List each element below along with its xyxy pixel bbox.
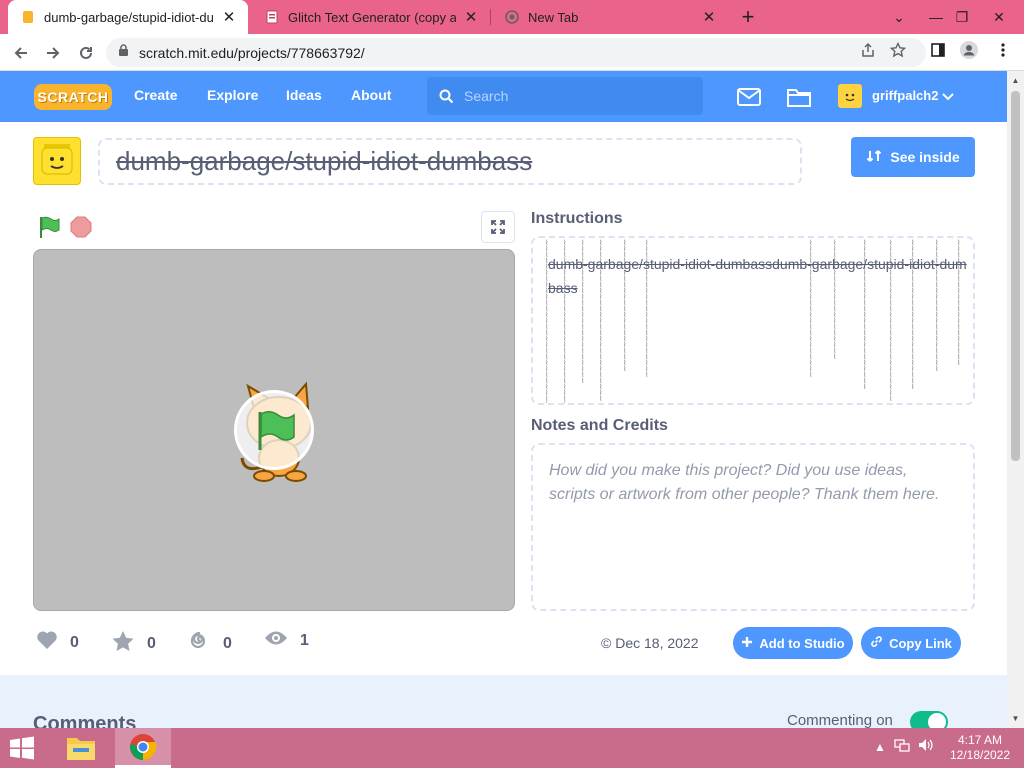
instructions-text: dumb-garbage/stupid-idiot-dumbassdumb-ga… — [548, 256, 967, 296]
scroll-up-icon[interactable]: ▲ — [1010, 75, 1021, 85]
tab-separator — [490, 9, 491, 25]
share-icon[interactable] — [856, 38, 880, 62]
restore-icon[interactable]: ❐ — [948, 5, 976, 29]
reload-icon[interactable] — [73, 40, 99, 66]
clock-time: 4:17 AM — [957, 733, 1003, 747]
search-icon — [439, 89, 454, 104]
view-count: 1 — [300, 631, 309, 649]
scrollbar-thumb[interactable] — [1011, 91, 1020, 461]
add-to-studio-label: Add to Studio — [759, 635, 845, 651]
profile-icon[interactable] — [957, 38, 981, 62]
close-icon[interactable]: ✕ — [220, 8, 238, 26]
browser-toolbar: scratch.mit.edu/projects/778663792/ — [0, 34, 1024, 71]
scratch-favicon-icon — [20, 9, 36, 25]
favorite-stat[interactable]: 0 — [111, 630, 156, 657]
forward-arrow-icon[interactable] — [40, 40, 66, 66]
user-avatar[interactable] — [838, 84, 862, 108]
bookmark-star-icon[interactable] — [886, 38, 910, 62]
instructions-field[interactable]: ⌇⌇⌇⌇⌇⌇⌇⌇⌇⌇⌇⌇⌇⌇⌇⌇⌇⌇⌇⌇⌇⌇⌇⌇⌇⌇⌇⌇ ⌇⌇⌇⌇⌇⌇⌇⌇⌇⌇⌇… — [531, 236, 975, 405]
remix-arrows-icon — [866, 148, 882, 167]
tab-search-chevron-icon[interactable]: ⌄ — [885, 5, 913, 29]
fullscreen-icon[interactable] — [481, 211, 515, 243]
new-tab-plus-icon[interactable]: + — [736, 4, 760, 29]
project-stage[interactable] — [33, 249, 515, 611]
love-count: 0 — [70, 633, 79, 651]
address-bar[interactable]: scratch.mit.edu/projects/778663792/ — [106, 38, 926, 67]
heart-icon — [36, 630, 58, 655]
minimize-icon[interactable]: — — [922, 5, 950, 29]
my-stuff-folder-icon[interactable] — [786, 85, 812, 109]
favorite-count: 0 — [147, 634, 156, 652]
page-scrollbar[interactable]: ▲ ▼ — [1007, 71, 1024, 728]
taskbar-clock[interactable]: 4:17 AM 12/18/2022 — [945, 733, 1015, 763]
browser-menu-icon[interactable] — [991, 38, 1015, 62]
see-inside-button[interactable]: See inside — [851, 137, 975, 177]
window-close-icon[interactable]: ✕ — [985, 5, 1013, 29]
stage-start-flag-button[interactable] — [234, 390, 314, 470]
shared-date: © Dec 18, 2022 — [601, 635, 699, 651]
close-icon[interactable]: ✕ — [462, 8, 480, 26]
side-panel-icon[interactable] — [926, 38, 950, 62]
tab-project[interactable]: dumb-garbage/stupid-idiot-dumb ✕ — [8, 0, 248, 34]
scroll-down-icon[interactable]: ▼ — [1010, 713, 1021, 723]
view-stat: 1 — [264, 630, 309, 651]
copy-link-label: Copy Link — [889, 635, 952, 651]
plus-icon — [741, 636, 753, 651]
system-tray: ▲ — [874, 738, 934, 755]
project-title-field[interactable]: dumb-garbage/stupid-idiot-dumbass — [98, 138, 802, 185]
nav-link-create[interactable]: Create — [134, 87, 178, 103]
commenting-label: Commenting on — [787, 712, 893, 729]
remix-count: 0 — [223, 634, 232, 652]
scratch-logo[interactable]: SCRATCH — [34, 84, 112, 110]
see-inside-label: See inside — [890, 149, 960, 165]
nav-link-explore[interactable]: Explore — [207, 87, 258, 103]
tab-title: New Tab — [528, 9, 579, 25]
nav-link-about[interactable]: About — [351, 87, 391, 103]
tab-title: dumb-garbage/stupid-idiot-dumb — [44, 9, 214, 25]
search-placeholder: Search — [464, 88, 509, 104]
back-arrow-icon[interactable] — [8, 40, 34, 66]
tray-expand-icon[interactable]: ▲ — [874, 740, 886, 754]
remix-stat: 0 — [189, 630, 232, 657]
instructions-heading: Instructions — [531, 210, 623, 227]
windows-start-icon[interactable] — [8, 736, 38, 760]
clock-date: 12/18/2022 — [949, 748, 1011, 762]
shared-date-value: Dec 18, 2022 — [615, 635, 699, 651]
star-icon — [111, 630, 135, 657]
stop-sign-icon[interactable] — [70, 216, 92, 238]
remix-spiral-icon — [189, 630, 211, 657]
file-explorer-icon[interactable] — [53, 728, 109, 768]
search-input[interactable]: Search — [427, 77, 703, 115]
close-icon[interactable]: ✕ — [700, 8, 718, 26]
notes-heading: Notes and Credits — [531, 417, 668, 434]
scratch-nav-bar: SCRATCH Create Explore Ideas About Searc… — [0, 71, 1007, 122]
nav-link-ideas[interactable]: Ideas — [286, 87, 322, 103]
green-flag-icon[interactable] — [38, 215, 62, 239]
chevron-down-icon[interactable] — [942, 88, 954, 106]
tab-glitch-generator[interactable]: Glitch Text Generator (copy and ✕ — [252, 0, 490, 34]
tab-new-tab[interactable]: New Tab ✕ — [492, 0, 728, 34]
love-stat[interactable]: 0 — [36, 630, 79, 655]
chrome-favicon-icon — [504, 9, 520, 25]
browser-tab-strip: dumb-garbage/stupid-idiot-dumb ✕ Glitch … — [0, 0, 1024, 34]
glitch-favicon-icon — [264, 9, 280, 25]
copy-link-button[interactable]: Copy Link — [861, 627, 961, 659]
tab-title: Glitch Text Generator (copy and — [288, 9, 456, 25]
eye-icon — [264, 630, 288, 651]
project-author-avatar[interactable] — [33, 137, 81, 185]
link-icon — [870, 635, 883, 651]
volume-icon[interactable] — [918, 738, 934, 755]
project-title: dumb-garbage/stupid-idiot-dumbass — [116, 146, 533, 176]
chrome-taskbar-icon[interactable] — [115, 728, 171, 768]
url-text: scratch.mit.edu/projects/778663792/ — [139, 44, 365, 61]
add-to-studio-button[interactable]: Add to Studio — [733, 627, 853, 659]
notes-placeholder: How did you make this project? Did you u… — [549, 462, 940, 503]
lock-icon[interactable] — [118, 43, 129, 62]
comments-section: Comments Commenting on — [0, 675, 1007, 735]
network-icon[interactable] — [894, 738, 910, 755]
messages-envelope-icon[interactable] — [736, 85, 762, 109]
windows-taskbar: ▲ 4:17 AM 12/18/2022 — [0, 728, 1024, 768]
username[interactable]: griffpalch2 — [872, 88, 938, 103]
notes-field[interactable]: How did you make this project? Did you u… — [531, 443, 975, 611]
